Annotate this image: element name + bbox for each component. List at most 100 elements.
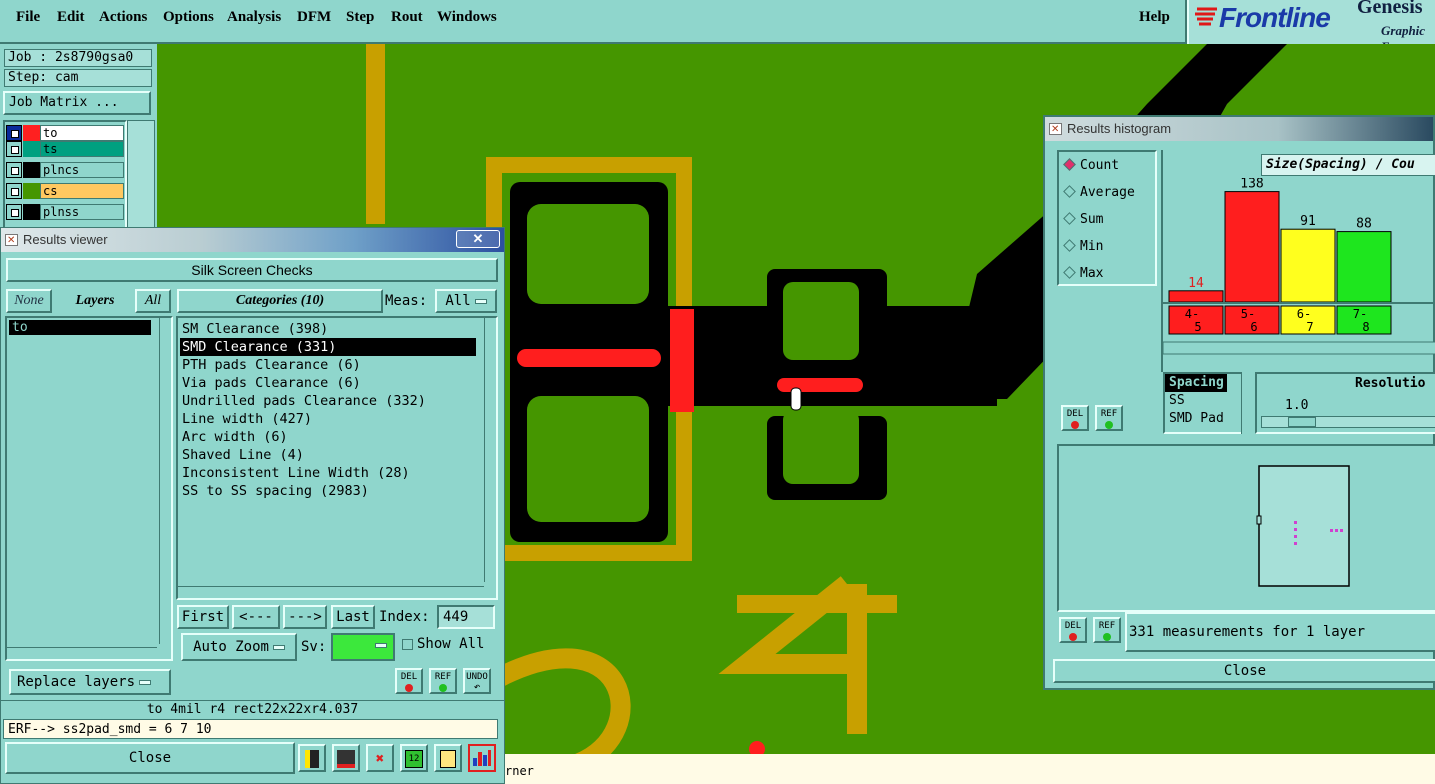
frontline-logo: Frontline [1219, 2, 1331, 33]
menu-step[interactable]: Step [346, 9, 374, 26]
sv-label: Sv: [301, 639, 327, 655]
category-item[interactable]: Via pads Clearance (6) [180, 374, 476, 392]
type-list[interactable]: Spacing SS SMD Pad [1163, 372, 1243, 434]
menu-help[interactable]: Help [1139, 9, 1170, 26]
toolbar-measure-icon[interactable] [298, 744, 326, 772]
category-item[interactable]: PTH pads Clearance (6) [180, 356, 476, 374]
preview-ref-button[interactable]: REF [1093, 617, 1121, 643]
layer-name: ts [40, 141, 124, 157]
category-item[interactable]: SM Clearance (398) [180, 320, 476, 338]
type-item-ss[interactable]: SS [1165, 392, 1241, 410]
menu-analysis[interactable]: Analysis [227, 9, 281, 26]
menu-file[interactable]: File [16, 9, 40, 26]
results-viewer-titlebar[interactable]: Results viewer ✕ [1, 228, 504, 253]
layer-list-vscroll[interactable] [159, 318, 171, 644]
close-window-icon[interactable]: ✕ [456, 230, 500, 248]
radio-count[interactable]: Count [1063, 158, 1119, 173]
menu-actions[interactable]: Actions [99, 9, 147, 26]
del-dot-icon [1069, 633, 1077, 641]
index-input[interactable]: 449 [437, 605, 495, 629]
resolution-label: Resolutio [1355, 376, 1426, 391]
layer-list-scroll[interactable] [127, 120, 155, 232]
layer-checkbox[interactable] [6, 162, 22, 178]
close-button[interactable]: Close [5, 742, 295, 774]
layer-row-cs[interactable]: cs [6, 183, 124, 199]
category-item[interactable]: Arc width (6) [180, 428, 476, 446]
type-item-smd-pad[interactable]: SMD Pad [1165, 410, 1241, 428]
undo-button[interactable]: UNDO ↶ [463, 668, 491, 694]
ref-button[interactable]: REF [429, 668, 457, 694]
layer-row-to[interactable]: to [6, 125, 124, 141]
resolution-slider-thumb[interactable] [1288, 417, 1316, 427]
hist-ref-button[interactable]: REF [1095, 405, 1123, 431]
toolbar-no-ref-icon[interactable]: ✖ [366, 744, 394, 772]
prev-button[interactable]: <--- [232, 605, 280, 629]
type-item-spacing[interactable]: Spacing [1165, 374, 1227, 392]
toolbar-counter-icon[interactable]: 12 [400, 744, 428, 772]
layer-checkbox[interactable] [6, 141, 22, 157]
radio-max[interactable]: Max [1063, 266, 1103, 281]
menu-dfm[interactable]: DFM [297, 9, 331, 26]
all-button[interactable]: All [135, 289, 171, 313]
layers-label: Layers [75, 293, 115, 308]
histogram-icon [473, 750, 491, 766]
hist-del-button[interactable]: DEL [1061, 405, 1089, 431]
histogram-titlebar[interactable]: Results histogram [1045, 117, 1433, 142]
meas-label: Meas: [385, 293, 428, 309]
categories-list[interactable]: SM Clearance (398) SMD Clearance (331) PTH… [176, 316, 498, 600]
job-matrix-button[interactable]: Job Matrix ... [3, 91, 151, 115]
categories-vscroll[interactable] [484, 318, 496, 582]
replace-layers-label: Replace layers [17, 674, 136, 690]
chart-title: Size(Spacing) / Cou [1261, 154, 1435, 176]
toolbar-graph-icon[interactable] [332, 744, 360, 772]
type-list-scroll[interactable] [1241, 372, 1253, 434]
category-item[interactable]: Undrilled pads Clearance (332) [180, 392, 476, 410]
radio-sum[interactable]: Sum [1063, 212, 1103, 227]
layer-list-hscroll[interactable] [7, 647, 157, 659]
layer-result-item[interactable]: to [9, 320, 151, 335]
menu-rout[interactable]: Rout [391, 9, 423, 26]
category-item[interactable]: SS to SS spacing (2983) [180, 482, 476, 500]
toolbar-notes-icon[interactable] [434, 744, 462, 772]
preview-pane [1057, 444, 1435, 612]
del-button[interactable]: DEL [395, 668, 423, 694]
histogram-close-button[interactable]: Close [1053, 659, 1435, 683]
category-item[interactable]: SMD Clearance (331) [180, 338, 476, 356]
radio-min[interactable]: Min [1063, 239, 1103, 254]
preview-graphic [1256, 465, 1350, 587]
layer-checkbox[interactable] [6, 183, 22, 199]
sv-color-dropdown[interactable] [331, 633, 395, 661]
show-all-checkbox[interactable] [402, 639, 413, 650]
layer-checkbox[interactable] [6, 204, 22, 220]
radio-indicator [1063, 266, 1076, 279]
category-item[interactable]: Inconsistent Line Width (28) [180, 464, 476, 482]
resolution-slider[interactable] [1261, 416, 1435, 428]
menu-edit[interactable]: Edit [57, 9, 85, 26]
none-button[interactable]: None [6, 289, 52, 313]
first-button[interactable]: First [177, 605, 229, 629]
graph-icon [337, 750, 355, 768]
auto-zoom-dropdown[interactable]: Auto Zoom [181, 633, 297, 661]
preview-del-button[interactable]: DEL [1059, 617, 1087, 643]
radio-average[interactable]: Average [1063, 185, 1135, 200]
toolbar-histogram-icon[interactable] [468, 744, 496, 772]
layer-checkbox[interactable] [6, 125, 22, 141]
categories-hscroll[interactable] [178, 586, 484, 598]
category-item[interactable]: Line width (427) [180, 410, 476, 428]
step-field: Step: cam [4, 69, 152, 87]
last-button[interactable]: Last [331, 605, 375, 629]
layer-row-plnss[interactable]: plnss [6, 204, 124, 220]
category-item[interactable]: Shaved Line (4) [180, 446, 476, 464]
layer-results-list[interactable]: to [5, 316, 173, 661]
layer-row-plncs[interactable]: plncs [6, 162, 124, 178]
categories-button[interactable]: Categories (10) [177, 289, 383, 313]
layer-row-ts[interactable]: ts [6, 141, 124, 157]
menu-options[interactable]: Options [163, 9, 214, 26]
meas-dropdown[interactable]: All [435, 289, 497, 313]
layer-name: to [40, 125, 124, 141]
menu-windows[interactable]: Windows [437, 9, 497, 26]
next-button[interactable]: ---> [283, 605, 327, 629]
category-label: 7 [1306, 320, 1313, 334]
layer-color-swatch [23, 204, 40, 220]
replace-layers-dropdown[interactable]: Replace layers [9, 669, 171, 695]
